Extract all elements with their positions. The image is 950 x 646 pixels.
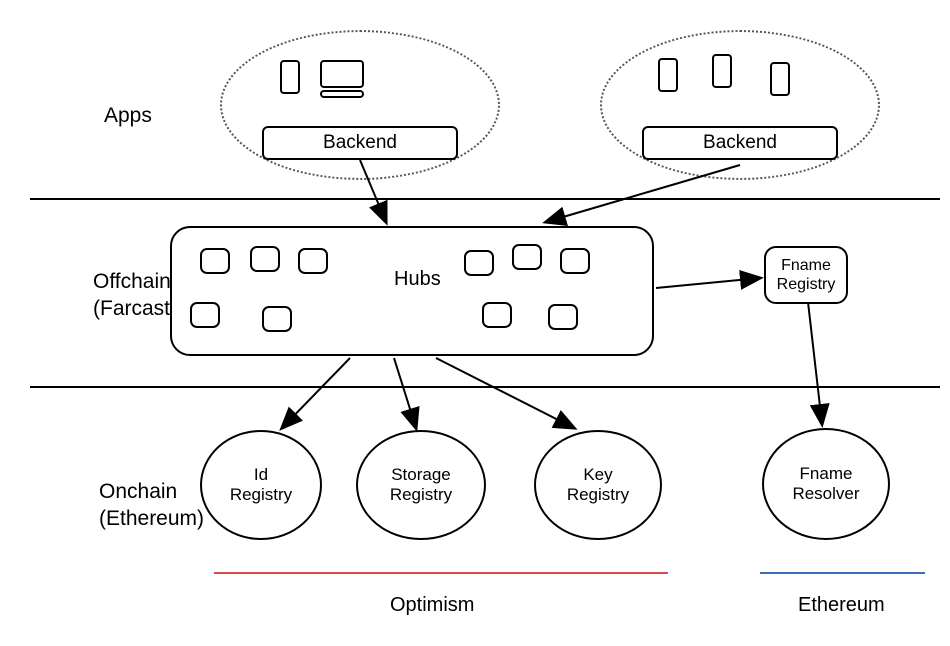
hub-node (298, 248, 328, 274)
fname-registry-line1: Fname (781, 257, 831, 274)
backend-box-right: Backend (642, 126, 838, 160)
ethereum-label: Ethereum (798, 594, 885, 617)
hub-node (464, 250, 494, 276)
phone-icon (712, 54, 732, 88)
phone-icon (658, 58, 678, 92)
onchain-text-2: (Ethereum) (99, 507, 204, 530)
hub-node (200, 248, 230, 274)
hub-node (482, 302, 512, 328)
key-registry-ellipse: Key Registry (534, 430, 662, 540)
hubs-label: Hubs (394, 268, 441, 291)
hub-node (560, 248, 590, 274)
hub-node (190, 302, 220, 328)
fname-resolver-line1: Fname (800, 464, 853, 483)
id-registry-line2: Registry (230, 485, 292, 504)
monitor-icon (320, 60, 364, 88)
app-cluster-right: Backend (600, 30, 880, 180)
key-registry-line2: Registry (567, 485, 629, 504)
layer-label-onchain: Onchain (Ethereum) (99, 478, 204, 533)
hub-node (262, 306, 292, 332)
id-registry-line1: Id (254, 465, 268, 484)
fname-registry-box: Fname Registry (764, 246, 848, 304)
keyboard-icon (320, 90, 364, 98)
storage-registry-line1: Storage (391, 465, 451, 484)
key-registry-line1: Key (583, 465, 612, 484)
backend-box-left: Backend (262, 126, 458, 160)
storage-registry-ellipse: Storage Registry (356, 430, 486, 540)
optimism-label: Optimism (390, 594, 474, 617)
app-cluster-left: Backend (220, 30, 500, 180)
ethereum-line (760, 572, 925, 574)
storage-registry-line2: Registry (390, 485, 452, 504)
phone-icon (770, 62, 790, 96)
id-registry-ellipse: Id Registry (200, 430, 322, 540)
phone-icon (280, 60, 300, 94)
optimism-line (214, 572, 668, 574)
divider-apps-offchain (30, 198, 940, 200)
offchain-text-1: Offchain (93, 270, 171, 293)
fname-resolver-ellipse: Fname Resolver (762, 428, 890, 540)
hub-node (250, 246, 280, 272)
hubs-container: Hubs (170, 226, 654, 356)
layer-label-apps: Apps (104, 102, 152, 129)
fname-registry-line2: Registry (777, 276, 836, 293)
fname-resolver-line2: Resolver (792, 484, 859, 503)
onchain-text-1: Onchain (99, 480, 177, 503)
hub-node (512, 244, 542, 270)
hub-node (548, 304, 578, 330)
divider-offchain-onchain (30, 386, 940, 388)
